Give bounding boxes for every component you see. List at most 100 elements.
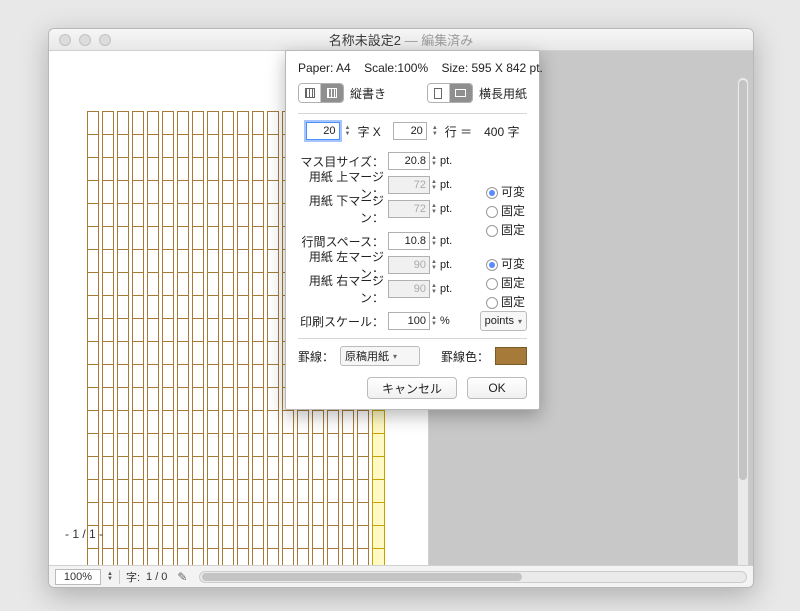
line-space-stepper-icon[interactable]: ▲▼ <box>431 235 437 247</box>
rule-select[interactable]: 原稿用紙 ▾ <box>340 346 420 366</box>
fixed-radio-b1[interactable]: 固定 <box>486 274 525 291</box>
paper-label: Paper: <box>298 61 333 75</box>
rule-label: 罫線： <box>298 348 334 365</box>
right-margin-field[interactable]: 90 <box>388 280 430 298</box>
zoom-stepper-icon[interactable]: ▲▼ <box>107 572 113 582</box>
bottom-margin-stepper-icon[interactable]: ▲▼ <box>431 203 437 215</box>
left-margin-field[interactable]: 90 <box>388 256 430 274</box>
zoom-icon[interactable] <box>99 34 111 46</box>
scale-value: 100% <box>397 61 428 75</box>
pt-unit: pt. <box>440 283 460 295</box>
radio-icon <box>486 297 498 309</box>
right-margin-label: 用紙 右マージン： <box>298 272 388 306</box>
cell-size-field[interactable]: 20.8 <box>388 152 430 170</box>
unit-select[interactable]: points ▾ <box>480 311 527 331</box>
bottom-margin-label: 用紙 下マージン： <box>298 192 388 226</box>
radio-icon <box>486 259 498 271</box>
line-variability-radios: 可変 固定 固定 <box>486 255 525 310</box>
right-margin-stepper-icon[interactable]: ▲▼ <box>431 283 437 295</box>
paper-info-row: Paper: A4 Scale:100% Size: 595 X 842 pt. <box>298 61 527 75</box>
chevron-down-icon: ▾ <box>393 352 397 361</box>
vertical-writing-button[interactable] <box>321 84 343 102</box>
variable-radio-a[interactable]: 可変 <box>486 183 525 200</box>
pt-unit: pt. <box>440 259 460 271</box>
portrait-button[interactable] <box>428 84 450 102</box>
horizontal-writing-button[interactable] <box>299 84 321 102</box>
vertical-scrollbar[interactable] <box>737 77 749 565</box>
charpos-value: 1 / 0 <box>146 571 167 583</box>
rule-select-value: 原稿用紙 <box>345 348 389 364</box>
total-chars-label: 400 字 <box>484 123 519 140</box>
landscape-button[interactable] <box>450 84 472 102</box>
vertical-writing-label: 縦書き <box>350 85 386 102</box>
zoom-field[interactable]: 100% <box>55 569 101 585</box>
minimize-icon[interactable] <box>79 34 91 46</box>
print-scale-label: 印刷スケール： <box>298 313 388 330</box>
dialog-buttons: キャンセル OK <box>298 377 527 399</box>
pt-unit: pt. <box>440 155 460 167</box>
landscape-icon <box>455 89 466 97</box>
charpos-label: 字: <box>126 569 140 585</box>
top-margin-stepper-icon[interactable]: ▲▼ <box>431 179 437 191</box>
print-scale-stepper-icon[interactable]: ▲▼ <box>431 315 437 327</box>
title-text: 名称未設定2 <box>329 33 401 48</box>
unit-select-label: points <box>485 315 514 327</box>
horizontal-lines-icon <box>305 88 315 98</box>
grid-calc-row: 20 ▲▼ 字 X 20 ▲▼ 行 ＝ 400 字 <box>298 120 527 142</box>
titlebar: 名称未設定2 — 編集済み <box>49 29 753 51</box>
orientation-row: 縦書き 横長用紙 <box>298 83 527 103</box>
variable-radio-b[interactable]: 可変 <box>486 255 525 272</box>
paper-value: A4 <box>336 61 351 75</box>
modified-label: 編集済み <box>421 33 473 48</box>
pt-unit: pt. <box>440 203 460 215</box>
rule-color-label: 罫線色： <box>441 348 489 365</box>
pct-unit: % <box>440 315 460 327</box>
radio-icon <box>486 187 498 199</box>
portrait-icon <box>434 88 442 99</box>
separator <box>119 570 120 584</box>
paper-orientation-segment[interactable] <box>427 83 473 103</box>
horizontal-scrollbar-thumb[interactable] <box>202 573 522 581</box>
horizontal-scrollbar[interactable] <box>199 571 747 583</box>
cell-variability-radios: 可変 固定 固定 <box>486 183 525 238</box>
top-margin-field[interactable]: 72 <box>388 176 430 194</box>
pt-unit: pt. <box>440 235 460 247</box>
page-number: - 1 / 1 - <box>65 527 103 541</box>
window-title: 名称未設定2 — 編集済み <box>49 30 753 49</box>
line-eq-label: 行 ＝ <box>445 123 472 140</box>
vertical-scrollbar-thumb[interactable] <box>739 80 747 480</box>
radio-icon <box>486 206 498 218</box>
columns-stepper-icon[interactable]: ▲▼ <box>345 125 351 137</box>
line-space-field[interactable]: 10.8 <box>388 232 430 250</box>
chevron-down-icon: ▾ <box>518 317 522 326</box>
left-margin-stepper-icon[interactable]: ▲▼ <box>431 259 437 271</box>
size-label: Size: <box>441 61 468 75</box>
rows-field[interactable]: 20 <box>393 122 427 140</box>
print-scale-field[interactable]: 100 <box>388 312 430 330</box>
pencil-icon[interactable]: ✎ <box>177 570 187 584</box>
writing-direction-segment[interactable] <box>298 83 344 103</box>
rule-color-chip[interactable] <box>495 347 527 365</box>
close-icon[interactable] <box>59 34 71 46</box>
cell-size-stepper-icon[interactable]: ▲▼ <box>431 155 437 167</box>
pt-unit: pt. <box>440 179 460 191</box>
radio-icon <box>486 225 498 237</box>
status-bar: 100% ▲▼ 字: 1 / 0 ✎ <box>49 565 753 587</box>
vertical-lines-icon <box>327 88 337 98</box>
bottom-margin-field[interactable]: 72 <box>388 200 430 218</box>
size-value: 595 X 842 pt. <box>472 61 543 75</box>
fixed-radio-a1[interactable]: 固定 <box>486 202 525 219</box>
landscape-label: 横長用紙 <box>479 85 527 102</box>
print-scale-row: 印刷スケール： 100 ▲▼ % points ▾ <box>298 310 527 332</box>
line-space-label: 行間スペース： <box>298 233 388 250</box>
rule-row: 罫線： 原稿用紙 ▾ 罫線色： <box>298 345 527 367</box>
cancel-button[interactable]: キャンセル <box>367 377 457 399</box>
ok-button[interactable]: OK <box>467 377 527 399</box>
radio-icon <box>486 278 498 290</box>
traffic-lights <box>59 34 111 46</box>
rows-stepper-icon[interactable]: ▲▼ <box>432 125 438 137</box>
scale-label: Scale: <box>364 61 397 75</box>
fixed-radio-b2[interactable]: 固定 <box>486 293 525 310</box>
fixed-radio-a2[interactable]: 固定 <box>486 221 525 238</box>
columns-field[interactable]: 20 <box>306 122 340 140</box>
